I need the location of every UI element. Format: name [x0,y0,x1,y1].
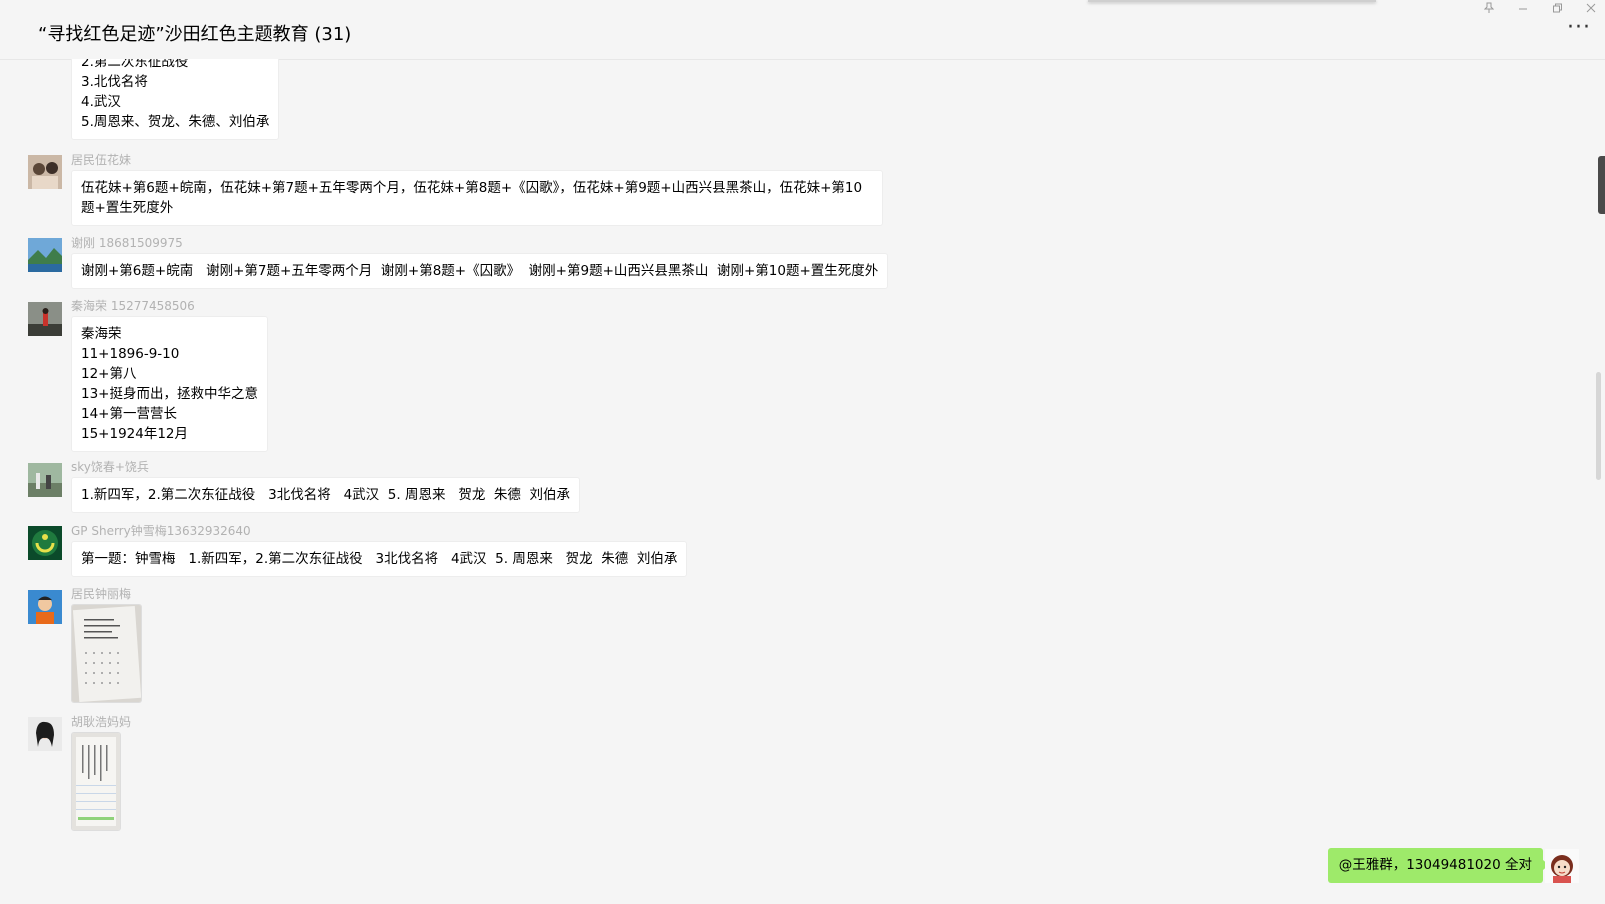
side-edge-tab[interactable] [1598,156,1605,214]
message-bubble[interactable]: 伍花妹+第6题+皖南，伍花妹+第7题+五年零两个月，伍花妹+第8题+《囚歌》，伍… [71,170,883,226]
message-bubble[interactable]: 谢刚+第6题+皖南 谢刚+第7题+五年零两个月 谢刚+第8题+《囚歌》 谢刚+第… [71,253,889,289]
more-options-button[interactable]: ··· [1567,17,1591,39]
avatar[interactable] [28,526,62,560]
message-bubble[interactable]: 2.第二次东征战役 3.北伐名将 4.武汉 5.周恩来、贺龙、朱德、刘伯承 [71,59,280,140]
pin-icon[interactable] [1479,2,1499,17]
image-message[interactable] [71,604,142,703]
avatar[interactable] [28,238,62,272]
chat-header: “寻找红色足迹”沙田红色主题教育 (31) ··· [0,0,1605,60]
avatar[interactable] [28,717,62,751]
restore-icon[interactable] [1547,2,1567,17]
message-list[interactable]: 2.第二次东征战役 3.北伐名将 4.武汉 5.周恩来、贺龙、朱德、刘伯承 居民… [0,59,1605,904]
avatar[interactable] [28,463,62,497]
message-bubble[interactable]: 第一题：钟雪梅 1.新四军，2.第二次东征战役 3北伐名将 4武汉 5. 周恩来… [71,541,688,577]
sender-name: sky饶春+饶兵 [71,460,149,474]
sender-name: 胡耿浩妈妈 [71,715,132,729]
avatar[interactable] [28,590,62,624]
image-message[interactable] [71,732,121,831]
avatar[interactable] [28,302,62,336]
minimize-icon[interactable] [1513,2,1533,17]
window-edge-shadow [1088,0,1376,2]
sender-name: GP Sherry钟雪梅13632932640 [71,524,251,538]
chat-title: “寻找红色足迹”沙田红色主题教育 (31) [38,24,352,45]
message-bubble[interactable]: 秦海荣 11+1896-9-10 12+第八 13+挺身而出，拯救中华之意 14… [71,316,268,452]
sender-name: 秦海荣 15277458506 [71,299,195,313]
sender-name: 居民伍花妹 [71,153,132,167]
sent-message-bubble[interactable]: @王雅群，13049481020 全对 [1327,848,1550,883]
scrollbar[interactable] [1596,372,1601,480]
my-avatar[interactable] [1545,849,1579,883]
sender-name: 居民钟丽梅 [71,587,132,601]
avatar[interactable] [28,155,62,189]
sender-name: 谢刚 18681509975 [71,236,183,250]
message-bubble[interactable]: 1.新四军，2.第二次东征战役 3北伐名将 4武汉 5. 周恩来 贺龙 朱德 刘… [71,477,580,513]
